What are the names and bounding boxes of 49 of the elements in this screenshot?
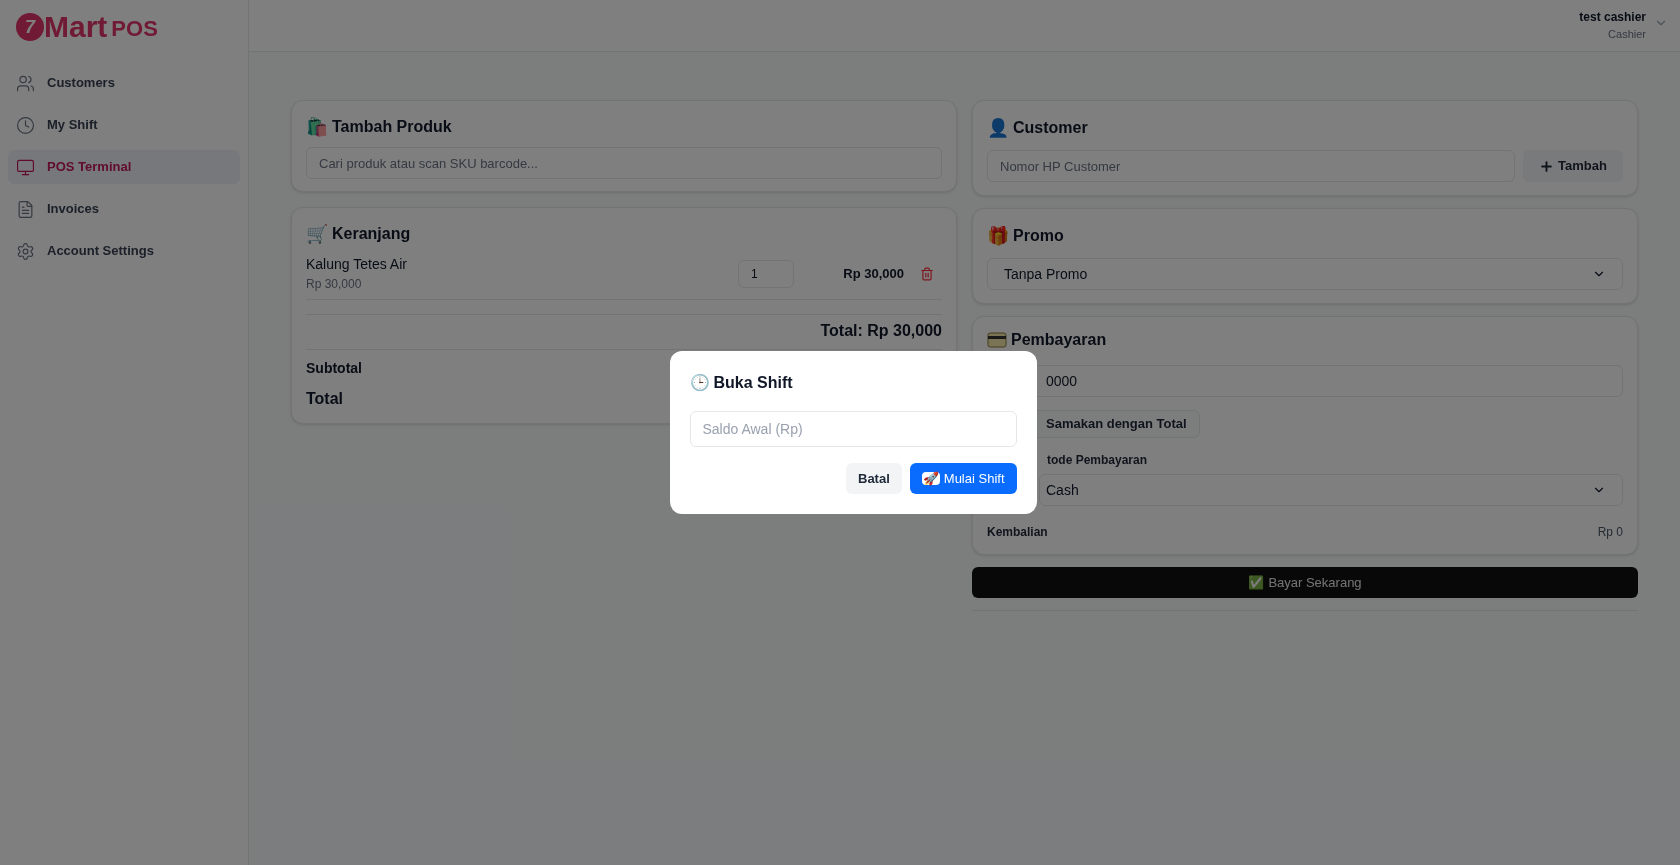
payment-method-label: tode Pembayaran <box>1047 452 1148 469</box>
user-role: Cashier <box>1608 27 1646 42</box>
rocket-emoji-icon: 🚀 <box>921 472 940 485</box>
check-emoji-icon: ✅ <box>1248 572 1265 593</box>
title-emoji-icon: 👤 <box>987 114 1009 142</box>
summary-label: Subtotal <box>306 359 362 378</box>
user-menu[interactable]: test cashier Cashier <box>1579 8 1668 43</box>
sidebar-item[interactable]: POS Terminal <box>8 150 240 184</box>
trash-icon[interactable] <box>920 266 934 281</box>
change-label: Kembalian <box>987 524 1048 541</box>
title-emoji-icon: 🎁 <box>987 222 1009 250</box>
card-title: Promo <box>1013 226 1064 246</box>
credit-card-icon <box>987 332 1007 348</box>
start-shift-button[interactable]: 🚀 Mulai Shift <box>909 463 1017 494</box>
settings-icon <box>16 241 35 261</box>
opening-balance-field[interactable]: Saldo Awal (Rp) <box>689 411 1017 447</box>
sidebar-item[interactable]: Invoices <box>8 192 240 226</box>
dialog-title: Buka Shift <box>713 373 793 393</box>
title-emoji-icon: 🛍 <box>306 113 328 141</box>
sidebar-item[interactable]: My Shift <box>8 108 240 142</box>
change-amount: Rp 0 <box>1597 524 1623 541</box>
cart-total: Total: Rp 30,000 <box>820 321 942 341</box>
document-icon <box>16 199 35 219</box>
logo: 7 Mart POS <box>8 12 240 42</box>
add-customer-button[interactable]: Tambah <box>1523 150 1623 182</box>
cart-item-total: Rp 30,000 <box>842 264 904 283</box>
card-title: Customer <box>1013 118 1088 138</box>
quantity-field[interactable]: 1 <box>738 259 794 288</box>
pay-now-button[interactable]: ✅ Bayar Sekarang <box>972 567 1638 598</box>
clock-emoji-icon: 🕒 <box>689 371 710 395</box>
customer-phone-field[interactable]: Nomor HP Customer <box>987 150 1516 182</box>
users-icon <box>16 73 35 93</box>
card-title: Tambah Produk <box>332 117 452 137</box>
title-emoji-icon: 🛒 <box>306 220 328 248</box>
card-title: Keranjang <box>332 224 411 244</box>
sidebar-item[interactable]: Account Settings <box>8 234 240 268</box>
clock-icon <box>16 115 35 135</box>
plus-icon <box>1539 158 1555 174</box>
payment-method-select[interactable]: Cash <box>1039 474 1623 506</box>
card-title: Pembayaran <box>1011 330 1107 350</box>
cancel-button[interactable]: Batal <box>846 463 902 494</box>
cart-item-price: Rp 30,000 <box>306 276 363 293</box>
promo-select[interactable]: Tanpa Promo <box>987 258 1623 290</box>
monitor-icon <box>16 157 35 177</box>
user-name: test cashier <box>1579 9 1646 26</box>
product-search-field[interactable]: Cari produk atau scan SKU barcode... <box>306 147 942 179</box>
cart-item-name: Kalung Tetes Air <box>306 255 408 274</box>
sidebar-item[interactable]: Customers <box>8 66 240 100</box>
summary-label: Total <box>306 389 344 409</box>
